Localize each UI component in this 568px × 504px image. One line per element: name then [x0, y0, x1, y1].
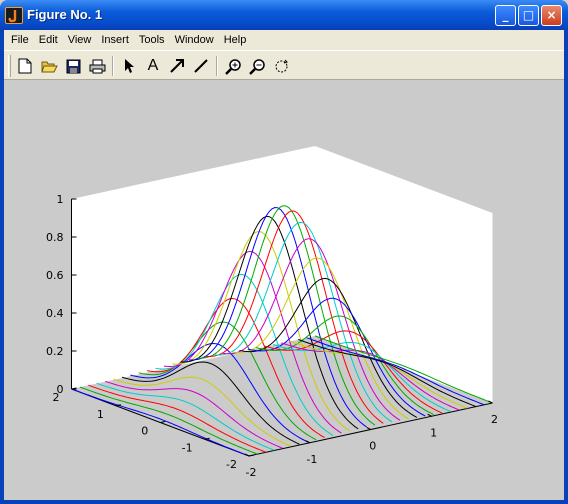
contour-slice-line: [96, 382, 275, 451]
insert-arrow-icon[interactable]: [166, 55, 188, 77]
y-tick-label: 0: [141, 425, 148, 438]
y-tick: [248, 454, 255, 457]
menu-view[interactable]: View: [63, 34, 97, 46]
menu-bar: File Edit View Insert Tools Window Help: [4, 30, 564, 50]
x-tick-label: -2: [246, 466, 257, 479]
menu-tools[interactable]: Tools: [134, 34, 170, 46]
y-tick: [160, 421, 166, 423]
figure-window: Figure No. 1 _ □ × File Edit View Insert…: [0, 0, 568, 504]
figure-toolbar: A: [4, 50, 564, 80]
select-arrow-icon[interactable]: [118, 55, 140, 77]
window-title: Figure No. 1: [27, 7, 103, 22]
maximize-button[interactable]: □: [518, 5, 539, 26]
z-tick-label: 1: [57, 193, 64, 206]
zoom-in-icon[interactable]: [222, 55, 244, 77]
client-area: File Edit View Insert Tools Window Help: [4, 30, 564, 500]
figure-canvas[interactable]: 0 0.2 0.4 0.6 0.8 1 2 1 0 -1 -2 -2 -1 0 1 2: [4, 81, 564, 500]
print-icon[interactable]: [86, 55, 108, 77]
toolbar-separator: [112, 56, 114, 76]
x-tick-label: 1: [430, 426, 437, 439]
y-tick-label: -2: [226, 458, 237, 471]
insert-text-icon[interactable]: A: [142, 55, 164, 77]
menu-file[interactable]: File: [6, 34, 34, 46]
y-tick-label: 1: [97, 408, 104, 421]
close-button[interactable]: ×: [541, 5, 562, 26]
z-tick-label: 0.8: [46, 231, 64, 244]
toolbar-separator: [216, 56, 218, 76]
save-icon[interactable]: [62, 55, 84, 77]
z-tick-label: 0.6: [46, 269, 64, 282]
x-tick-label: -1: [306, 453, 317, 466]
minimize-button[interactable]: _: [495, 5, 516, 26]
surface-plot[interactable]: 00.20.40.60.81210-1-2-2-1012: [4, 81, 564, 500]
z-tick-label: 0.2: [46, 345, 64, 358]
insert-text-glyph: A: [147, 57, 159, 74]
menu-insert[interactable]: Insert: [96, 34, 134, 46]
zoom-out-icon[interactable]: [246, 55, 268, 77]
new-file-icon[interactable]: [14, 55, 36, 77]
z-tick-label: 0.4: [46, 307, 64, 320]
y-tick-label: 2: [53, 391, 60, 404]
open-folder-icon[interactable]: [38, 55, 60, 77]
matlab-app-icon: [5, 7, 23, 24]
x-tick: [427, 413, 432, 417]
toolbar-grip[interactable]: [8, 55, 11, 77]
contour-slice-line: [88, 384, 266, 453]
back-wall: [71, 146, 315, 389]
title-bar[interactable]: Figure No. 1 _ □ ×: [0, 0, 568, 30]
x-tick-label: 2: [491, 413, 498, 426]
x-tick-label: 0: [369, 440, 376, 453]
menu-help[interactable]: Help: [219, 34, 252, 46]
rotate-3d-icon[interactable]: [270, 55, 292, 77]
insert-line-icon[interactable]: [190, 55, 212, 77]
y-tick-label: -1: [182, 441, 193, 454]
x-tick: [366, 427, 371, 430]
right-wall: [315, 146, 493, 403]
menu-window[interactable]: Window: [170, 34, 219, 46]
menu-edit[interactable]: Edit: [34, 34, 63, 46]
